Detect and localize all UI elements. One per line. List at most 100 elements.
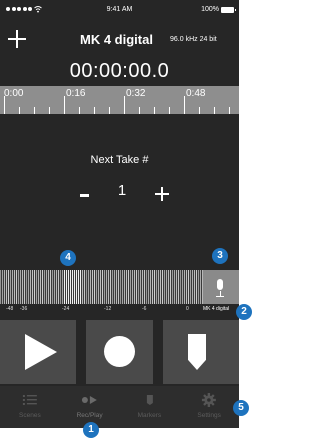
meter-stripe (108, 270, 109, 304)
meter-stripe (30, 270, 31, 304)
meter-stripe (164, 270, 165, 304)
callout-badge: 2 (236, 304, 252, 320)
meter-stripe (100, 270, 101, 304)
meter-stripe (50, 270, 51, 304)
meter-scale-label: 0 (186, 306, 189, 312)
meter-stripe (114, 270, 115, 304)
sample-rate: 96.0 kHz 24 bit (170, 36, 217, 43)
meter-stripe (34, 270, 35, 304)
meter-stripe (148, 270, 149, 304)
meter-stripe (60, 270, 61, 304)
meter-stripe (24, 270, 25, 304)
meter-stripe (74, 270, 75, 304)
marker-button[interactable] (163, 320, 239, 384)
meter-stripe (182, 270, 183, 304)
meter-stripe (196, 270, 197, 304)
meter-stripe (92, 270, 93, 304)
tab-markers[interactable]: Markers (120, 386, 180, 428)
meter-stripe (106, 270, 107, 304)
timeline-label: 0:32 (126, 88, 146, 99)
meter-stripe (112, 270, 113, 304)
increment-take-button[interactable] (154, 186, 170, 202)
meter-stripe (40, 270, 41, 304)
meter-stripe (110, 270, 111, 304)
meter-scale-label: -24 (62, 306, 70, 312)
meter-stripe (54, 270, 55, 304)
meter-stripe (120, 270, 121, 304)
meter-stripe (26, 270, 27, 304)
timeline-ruler[interactable]: 0:00 0:16 0:32 0:48 (0, 86, 239, 114)
meter-stripe (104, 270, 105, 304)
meter-stripe (158, 270, 159, 304)
meter-stripe (130, 270, 131, 304)
meter-stripe (56, 270, 57, 304)
device-name-label: MK 4 digital (203, 306, 230, 312)
meter-stripe (118, 270, 119, 304)
meter-stripe (44, 270, 45, 304)
meter-stripe (18, 270, 19, 304)
timeline-tick (214, 107, 215, 114)
meter-stripe (170, 270, 171, 304)
timeline-tick (139, 107, 140, 114)
meter-stripe (142, 270, 143, 304)
record-button[interactable] (86, 320, 153, 384)
play-button[interactable] (0, 320, 76, 384)
timeline-tick (64, 96, 65, 114)
tab-label: Rec/Play (76, 412, 103, 419)
meter-stripe (20, 270, 21, 304)
meter-stripe (180, 270, 181, 304)
meter-stripe (62, 270, 63, 304)
meter-stripe (68, 270, 69, 304)
meter-stripe (146, 270, 147, 304)
meter-stripe (28, 270, 29, 304)
meter-scale: -48 -36 -24 -12 -6 0 MK 4 digital (0, 304, 239, 316)
meter-stripe (124, 270, 125, 304)
meter-stripe (138, 270, 139, 304)
meter-stripe (200, 270, 201, 304)
timeline-tick (184, 96, 185, 114)
meter-stripe (132, 270, 133, 304)
microphone-button[interactable] (203, 270, 239, 304)
transport-controls (0, 320, 239, 384)
timeline-tick (19, 107, 20, 114)
meter-stripe (36, 270, 37, 304)
decrement-take-button[interactable] (80, 186, 90, 200)
meter-stripe (160, 270, 161, 304)
timeline-tick (169, 107, 170, 114)
meter-stripe (76, 270, 77, 304)
meter-stripe (72, 270, 73, 304)
meter-stripe (14, 270, 15, 304)
meter-stripe (16, 270, 17, 304)
meter-stripe (6, 270, 7, 304)
timeline-label: 0:48 (186, 88, 206, 99)
timeline-tick (124, 96, 125, 114)
meter-stripe (152, 270, 153, 304)
tab-settings[interactable]: Settings (179, 386, 239, 428)
timeline-label: 0:00 (4, 88, 24, 99)
battery-icon (221, 7, 236, 13)
meter-stripe (58, 270, 59, 304)
meter-stripe (12, 270, 13, 304)
timeline-tick (199, 107, 200, 114)
meter-stripe (98, 270, 99, 304)
plus-icon[interactable] (8, 30, 26, 48)
tab-scenes[interactable]: Scenes (0, 386, 60, 428)
meter-stripe (88, 270, 89, 304)
meter-stripe (78, 270, 79, 304)
meter-stripe (150, 270, 151, 304)
timeline-tick (94, 107, 95, 114)
callout-badge: 1 (83, 422, 99, 438)
battery-percent: 100% (201, 6, 219, 13)
meter-stripe (192, 270, 193, 304)
header: MK 4 digital 96.0 kHz 24 bit (0, 22, 239, 56)
meter-stripe (10, 270, 11, 304)
meter-stripe (66, 270, 67, 304)
meter-stripe (8, 270, 9, 304)
meter-stripe (176, 270, 177, 304)
list-icon (22, 395, 37, 405)
timeline-tick (229, 107, 230, 114)
meter-stripe (128, 270, 129, 304)
meter-stripe (86, 270, 87, 304)
meter-stripe (42, 270, 43, 304)
meter-stripe (154, 270, 155, 304)
